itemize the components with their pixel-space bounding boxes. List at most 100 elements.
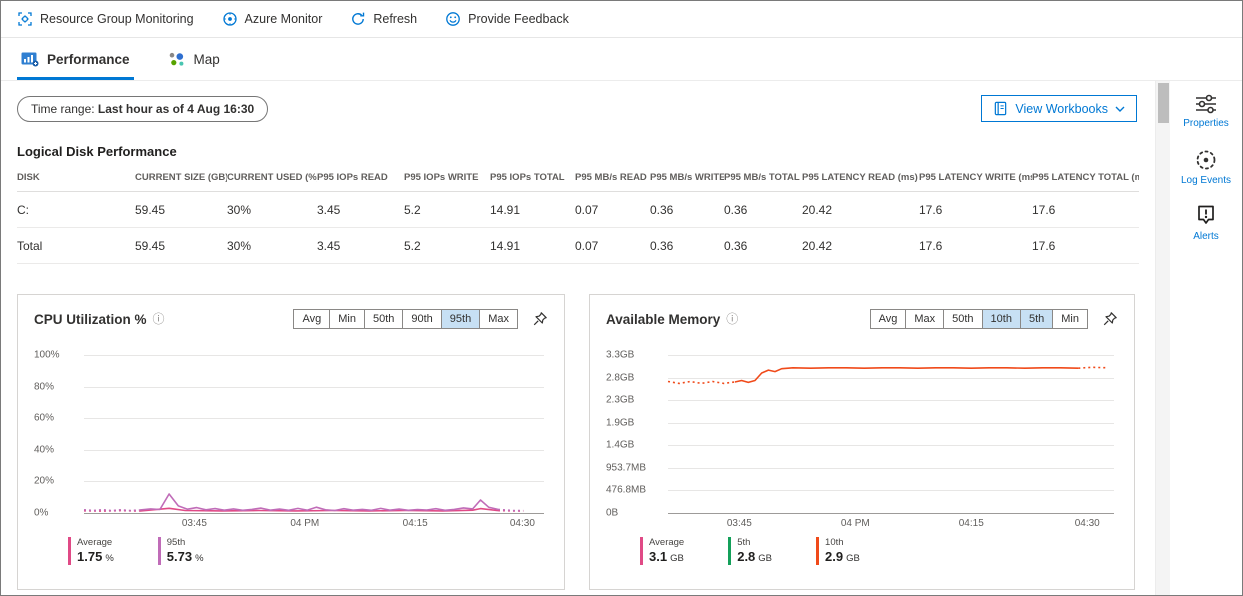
percentile-button-min[interactable]: Min [329,309,365,329]
legend-value: 3.1GB [649,549,684,564]
rail-item-properties[interactable]: Properties [1171,93,1241,130]
rail-item-label: Log Events [1181,175,1231,187]
percentile-button-95th[interactable]: 95th [441,309,480,329]
percentile-button-min[interactable]: Min [1052,309,1088,329]
percentile-button-5th[interactable]: 5th [1020,309,1053,329]
percentile-button-10th[interactable]: 10th [982,309,1021,329]
scrollbar-thumb[interactable] [1158,83,1169,123]
legend-value: 2.8GB [737,549,772,564]
percentile-button-avg[interactable]: Avg [293,309,330,329]
table-cell: 17.6 [1032,228,1139,264]
column-header: CURRENT USED (%) [227,163,317,192]
table-cell: 30% [227,192,317,228]
legend-value: 2.9GB [825,549,860,564]
legend-unit: GB [846,553,860,564]
command-label: Refresh [373,12,417,26]
content-header: Time range: Last hour as of 4 Aug 16:30 … [17,95,1139,122]
x-axis-tick: 04:30 [1075,518,1100,529]
memory-chart-legend: Average3.1GB5th2.8GB10th2.9GB [640,537,1118,565]
vertical-scrollbar[interactable] [1155,81,1170,595]
legend-name: Average [649,537,684,548]
cpu-chart-legend: Average1.75%95th5.73% [68,537,548,565]
legend-value: 5.73% [167,549,204,564]
table-cell: 20.42 [802,228,919,264]
resource-group-monitoring-window: Resource Group Monitoring Azure Monitor … [0,0,1243,596]
command-provide-feedback[interactable]: Provide Feedback [445,11,569,27]
table-row: Total59.4530%3.455.214.910.070.360.3620.… [17,228,1139,264]
y-axis-tick: 476.8MB [606,485,664,496]
percentile-button-max[interactable]: Max [905,309,944,329]
time-range-filter[interactable]: Time range: Last hour as of 4 Aug 16:30 [17,96,268,122]
legend-unit: GB [670,553,684,564]
percentile-button-50th[interactable]: 50th [943,309,982,329]
y-axis-tick: 2.8GB [606,373,664,384]
gridline [84,513,544,514]
percentile-button-max[interactable]: Max [479,309,518,329]
cpu-chart-plot: 100%80%60%40%20%0%03:4504 PM04:1504:30 [84,355,544,513]
chart-series-lines [84,355,544,513]
table-cell: 0.36 [650,192,724,228]
card-header: CPU Utilization % ⓘ AvgMin50th90th95thMa… [34,309,548,329]
y-axis-tick: 40% [34,445,80,456]
x-axis-tick: 04:15 [403,518,428,529]
table-cell: 0.36 [724,228,802,264]
chevron-down-icon [1115,106,1125,112]
command-label: Provide Feedback [468,12,569,26]
info-icon[interactable]: ⓘ [726,313,738,325]
map-tab-icon [168,51,186,67]
cpu-utilization-card: CPU Utilization % ⓘ AvgMin50th90th95thMa… [17,294,565,590]
legend-name: Average [77,537,114,548]
disk-table: DISKCURRENT SIZE (GB)CURRENT USED (%)P95… [17,163,1139,264]
feedback-smiley-icon [445,11,461,27]
view-workbooks-button[interactable]: View Workbooks [981,95,1137,122]
table-row: C:59.4530%3.455.214.910.070.360.3620.421… [17,192,1139,228]
command-azure-monitor[interactable]: Azure Monitor [222,11,323,27]
table-cell: 17.6 [1032,192,1139,228]
command-resource-group-monitoring[interactable]: Resource Group Monitoring [17,11,194,27]
rail-item-label: Properties [1183,118,1229,130]
tab-map[interactable]: Map [164,38,224,80]
table-cell: 59.45 [135,192,227,228]
percentile-button-50th[interactable]: 50th [364,309,403,329]
table-cell: 5.2 [404,228,490,264]
card-header: Available Memory ⓘ AvgMax50th10th5thMin [606,309,1118,329]
percentile-button-90th[interactable]: 90th [402,309,441,329]
tab-bar: Performance Map [1,38,1242,81]
y-axis-tick: 60% [34,413,80,424]
pin-icon[interactable] [532,311,548,327]
workbook-icon [993,101,1008,116]
legend-item: Average3.1GB [640,537,684,565]
rail-item-alerts[interactable]: Alerts [1171,204,1241,243]
command-label: Resource Group Monitoring [40,12,194,26]
legend-item: 10th2.9GB [816,537,860,565]
column-header: P95 MB/s READ [575,163,650,192]
x-axis-tick: 04:15 [959,518,984,529]
legend-item: 95th5.73% [158,537,204,565]
available-memory-card: Available Memory ⓘ AvgMax50th10th5thMin … [589,294,1135,590]
legend-unit: GB [758,553,772,564]
x-axis-tick: 04 PM [841,518,870,529]
table-cell: Total [17,228,135,264]
command-refresh[interactable]: Refresh [350,11,417,27]
table-cell: 17.6 [919,192,1032,228]
rail-item-log-events[interactable]: Log Events [1171,148,1241,187]
info-icon[interactable]: ⓘ [153,313,165,325]
table-cell: 14.91 [490,228,575,264]
main-content: Time range: Last hour as of 4 Aug 16:30 … [1,81,1155,595]
resource-group-monitoring-icon [17,11,33,27]
table-cell: 5.2 [404,192,490,228]
view-workbooks-label: View Workbooks [1015,102,1108,116]
x-axis-tick: 03:45 [727,518,752,529]
y-axis-tick: 80% [34,382,80,393]
tab-performance[interactable]: Performance [17,38,134,80]
x-axis-tick: 04:30 [510,518,535,529]
legend-color-bar [640,537,643,565]
percentile-button-avg[interactable]: Avg [870,309,907,329]
y-axis-tick: 100% [34,350,80,361]
pin-icon[interactable] [1102,311,1118,327]
table-cell: 0.36 [650,228,724,264]
column-header: P95 IOPs TOTAL [490,163,575,192]
tab-label: Map [194,52,220,67]
alerts-icon [1195,204,1217,228]
table-cell: 17.6 [919,228,1032,264]
